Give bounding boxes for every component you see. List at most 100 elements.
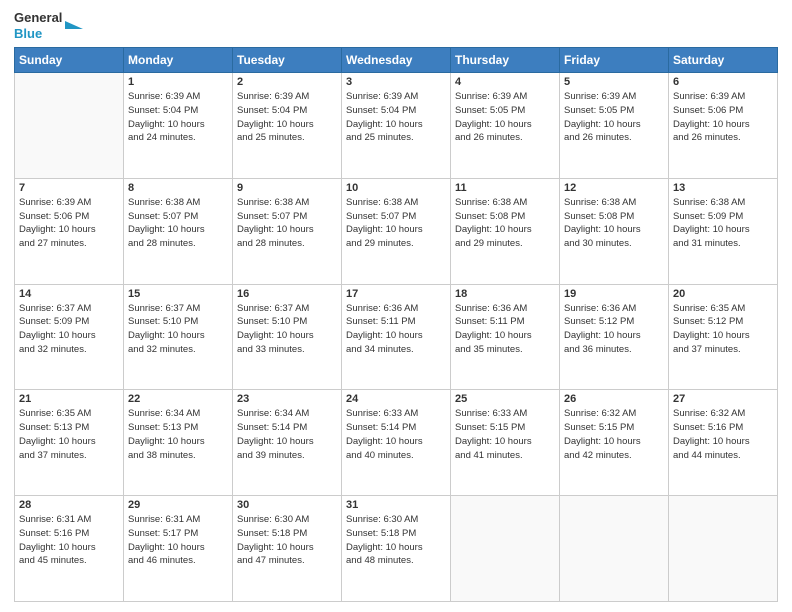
day-number: 10 (346, 182, 446, 194)
weekday-header: Friday (560, 48, 669, 73)
day-number: 23 (237, 393, 337, 405)
day-number: 27 (673, 393, 773, 405)
calendar-day-cell: 24 Sunrise: 6:33 AMSunset: 5:14 PMDayligh… (342, 390, 451, 496)
logo: General Blue (14, 10, 83, 41)
calendar-day-cell: 5 Sunrise: 6:39 AMSunset: 5:05 PMDaylight… (560, 73, 669, 179)
sun-info: Sunrise: 6:38 AMSunset: 5:08 PMDaylight:… (564, 196, 664, 251)
day-number: 16 (237, 288, 337, 300)
sun-info: Sunrise: 6:39 AMSunset: 5:06 PMDaylight:… (19, 196, 119, 251)
sun-info: Sunrise: 6:33 AMSunset: 5:15 PMDaylight:… (455, 407, 555, 462)
sun-info: Sunrise: 6:34 AMSunset: 5:13 PMDaylight:… (128, 407, 228, 462)
sun-info: Sunrise: 6:38 AMSunset: 5:07 PMDaylight:… (128, 196, 228, 251)
day-number: 6 (673, 76, 773, 88)
calendar-day-cell: 17Sunrise: 6:36 AMSunset: 5:11 PMDayligh… (342, 284, 451, 390)
sun-info: Sunrise: 6:31 AMSunset: 5:17 PMDaylight:… (128, 513, 228, 568)
day-number: 19 (564, 288, 664, 300)
day-number: 18 (455, 288, 555, 300)
weekday-header: Wednesday (342, 48, 451, 73)
day-number: 22 (128, 393, 228, 405)
calendar-day-cell: 9Sunrise: 6:38 AMSunset: 5:07 PMDaylight… (233, 178, 342, 284)
calendar-day-cell (15, 73, 124, 179)
calendar-day-cell: 30Sunrise: 6:30 AMSunset: 5:18 PMDayligh… (233, 496, 342, 602)
weekday-header: Saturday (669, 48, 778, 73)
sun-info: Sunrise: 6:38 AMSunset: 5:07 PMDaylight:… (237, 196, 337, 251)
calendar-day-cell: 25Sunrise: 6:33 AMSunset: 5:15 PMDayligh… (451, 390, 560, 496)
sun-info: Sunrise: 6:36 AMSunset: 5:12 PMDaylight:… (564, 302, 664, 357)
day-number: 21 (19, 393, 119, 405)
calendar-week-row: 14 Sunrise: 6:37 AMSunset: 5:09 PMDayligh… (15, 284, 778, 390)
calendar-week-row: 7 Sunrise: 6:39 AMSunset: 5:06 PMDaylight… (15, 178, 778, 284)
sun-info: Sunrise: 6:39 AMSunset: 5:04 PMDaylight:… (237, 90, 337, 145)
sun-info: Sunrise: 6:37 AMSunset: 5:09 PMDaylight:… (19, 302, 119, 357)
sun-info: Sunrise: 6:35 AMSunset: 5:12 PMDaylight:… (673, 302, 773, 357)
calendar-day-cell (560, 496, 669, 602)
day-number: 1 (128, 76, 228, 88)
weekday-header: Tuesday (233, 48, 342, 73)
day-number: 24 (346, 393, 446, 405)
calendar-week-row: 21 Sunrise: 6:35 AMSunset: 5:13 PMDayligh… (15, 390, 778, 496)
weekday-header: Monday (124, 48, 233, 73)
sun-info: Sunrise: 6:37 AMSunset: 5:10 PMDaylight:… (237, 302, 337, 357)
calendar-day-cell: 16 Sunrise: 6:37 AMSunset: 5:10 PMDayligh… (233, 284, 342, 390)
sun-info: Sunrise: 6:35 AMSunset: 5:13 PMDaylight:… (19, 407, 119, 462)
day-number: 8 (128, 182, 228, 194)
sun-info: Sunrise: 6:39 AMSunset: 5:04 PMDaylight:… (346, 90, 446, 145)
calendar-day-cell: 22 Sunrise: 6:34 AMSunset: 5:13 PMDayligh… (124, 390, 233, 496)
calendar-day-cell (669, 496, 778, 602)
day-number: 31 (346, 499, 446, 511)
calendar-day-cell: 7 Sunrise: 6:39 AMSunset: 5:06 PMDaylight… (15, 178, 124, 284)
calendar-day-cell: 11Sunrise: 6:38 AMSunset: 5:08 PMDayligh… (451, 178, 560, 284)
day-number: 7 (19, 182, 119, 194)
weekday-header: Sunday (15, 48, 124, 73)
sun-info: Sunrise: 6:32 AMSunset: 5:15 PMDaylight:… (564, 407, 664, 462)
logo-text: General Blue (14, 10, 83, 41)
day-number: 4 (455, 76, 555, 88)
calendar-day-cell: 18 Sunrise: 6:36 AMSunset: 5:11 PMDayligh… (451, 284, 560, 390)
logo-bird-icon (65, 15, 83, 37)
calendar-day-cell (451, 496, 560, 602)
calendar-day-cell: 31 Sunrise: 6:30 AMSunset: 5:18 PMDayligh… (342, 496, 451, 602)
day-number: 12 (564, 182, 664, 194)
sun-info: Sunrise: 6:32 AMSunset: 5:16 PMDaylight:… (673, 407, 773, 462)
calendar-day-cell: 6 Sunrise: 6:39 AMSunset: 5:06 PMDaylight… (669, 73, 778, 179)
sun-info: Sunrise: 6:36 AMSunset: 5:11 PMDaylight:… (455, 302, 555, 357)
sun-info: Sunrise: 6:39 AMSunset: 5:06 PMDaylight:… (673, 90, 773, 145)
sun-info: Sunrise: 6:38 AMSunset: 5:09 PMDaylight:… (673, 196, 773, 251)
calendar-day-cell: 23 Sunrise: 6:34 AMSunset: 5:14 PMDayligh… (233, 390, 342, 496)
calendar-day-cell: 15 Sunrise: 6:37 AMSunset: 5:10 PMDayligh… (124, 284, 233, 390)
sun-info: Sunrise: 6:38 AMSunset: 5:08 PMDaylight:… (455, 196, 555, 251)
calendar-day-cell: 1 Sunrise: 6:39 AMSunset: 5:04 PMDaylight… (124, 73, 233, 179)
sun-info: Sunrise: 6:33 AMSunset: 5:14 PMDaylight:… (346, 407, 446, 462)
sun-info: Sunrise: 6:38 AMSunset: 5:07 PMDaylight:… (346, 196, 446, 251)
day-number: 14 (19, 288, 119, 300)
day-number: 29 (128, 499, 228, 511)
day-number: 15 (128, 288, 228, 300)
sun-info: Sunrise: 6:34 AMSunset: 5:14 PMDaylight:… (237, 407, 337, 462)
sun-info: Sunrise: 6:31 AMSunset: 5:16 PMDaylight:… (19, 513, 119, 568)
calendar-day-cell: 13 Sunrise: 6:38 AMSunset: 5:09 PMDayligh… (669, 178, 778, 284)
sun-info: Sunrise: 6:39 AMSunset: 5:05 PMDaylight:… (564, 90, 664, 145)
weekday-header: Thursday (451, 48, 560, 73)
calendar-day-cell: 2 Sunrise: 6:39 AMSunset: 5:04 PMDaylight… (233, 73, 342, 179)
sun-info: Sunrise: 6:37 AMSunset: 5:10 PMDaylight:… (128, 302, 228, 357)
calendar-day-cell: 14 Sunrise: 6:37 AMSunset: 5:09 PMDayligh… (15, 284, 124, 390)
calendar-day-cell: 8 Sunrise: 6:38 AMSunset: 5:07 PMDaylight… (124, 178, 233, 284)
day-number: 13 (673, 182, 773, 194)
calendar-day-cell: 26Sunrise: 6:32 AMSunset: 5:15 PMDayligh… (560, 390, 669, 496)
calendar-week-row: 1 Sunrise: 6:39 AMSunset: 5:04 PMDaylight… (15, 73, 778, 179)
sun-info: Sunrise: 6:36 AMSunset: 5:11 PMDaylight:… (346, 302, 446, 357)
calendar-day-cell: 10 Sunrise: 6:38 AMSunset: 5:07 PMDayligh… (342, 178, 451, 284)
sun-info: Sunrise: 6:30 AMSunset: 5:18 PMDaylight:… (237, 513, 337, 568)
day-number: 2 (237, 76, 337, 88)
page-header: General Blue (14, 10, 778, 41)
sun-info: Sunrise: 6:39 AMSunset: 5:04 PMDaylight:… (128, 90, 228, 145)
day-number: 3 (346, 76, 446, 88)
calendar-day-cell: 4Sunrise: 6:39 AMSunset: 5:05 PMDaylight… (451, 73, 560, 179)
calendar-day-cell: 3 Sunrise: 6:39 AMSunset: 5:04 PMDaylight… (342, 73, 451, 179)
day-number: 5 (564, 76, 664, 88)
calendar-day-cell: 19 Sunrise: 6:36 AMSunset: 5:12 PMDayligh… (560, 284, 669, 390)
calendar-day-cell: 21 Sunrise: 6:35 AMSunset: 5:13 PMDayligh… (15, 390, 124, 496)
sun-info: Sunrise: 6:30 AMSunset: 5:18 PMDaylight:… (346, 513, 446, 568)
calendar-day-cell: 20Sunrise: 6:35 AMSunset: 5:12 PMDayligh… (669, 284, 778, 390)
calendar-week-row: 28Sunrise: 6:31 AMSunset: 5:16 PMDayligh… (15, 496, 778, 602)
